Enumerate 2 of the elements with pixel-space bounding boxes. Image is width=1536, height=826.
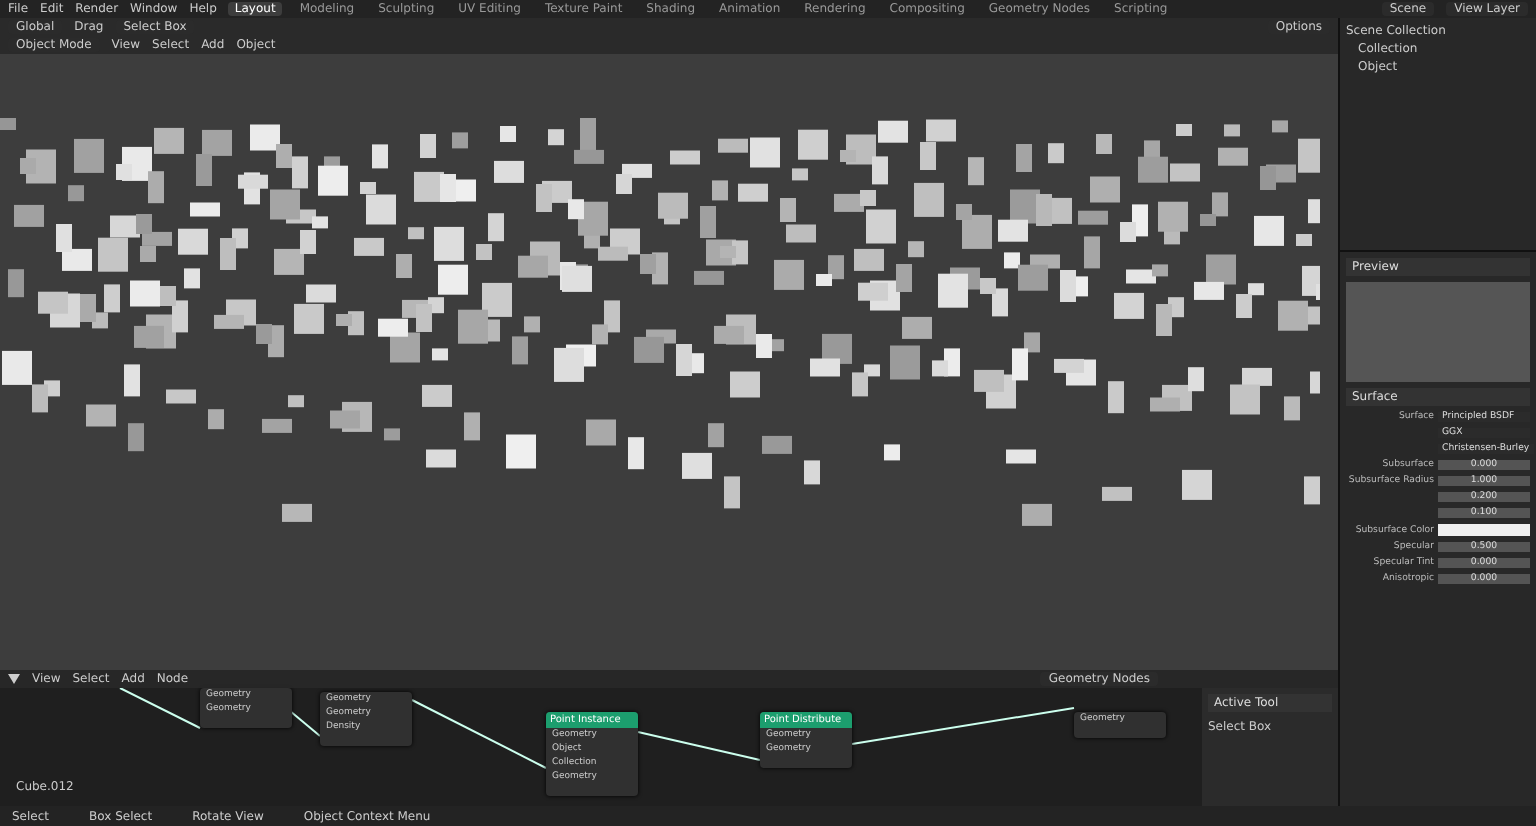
editor-type-icon[interactable]	[8, 674, 20, 684]
color-swatch[interactable]	[1438, 524, 1530, 536]
